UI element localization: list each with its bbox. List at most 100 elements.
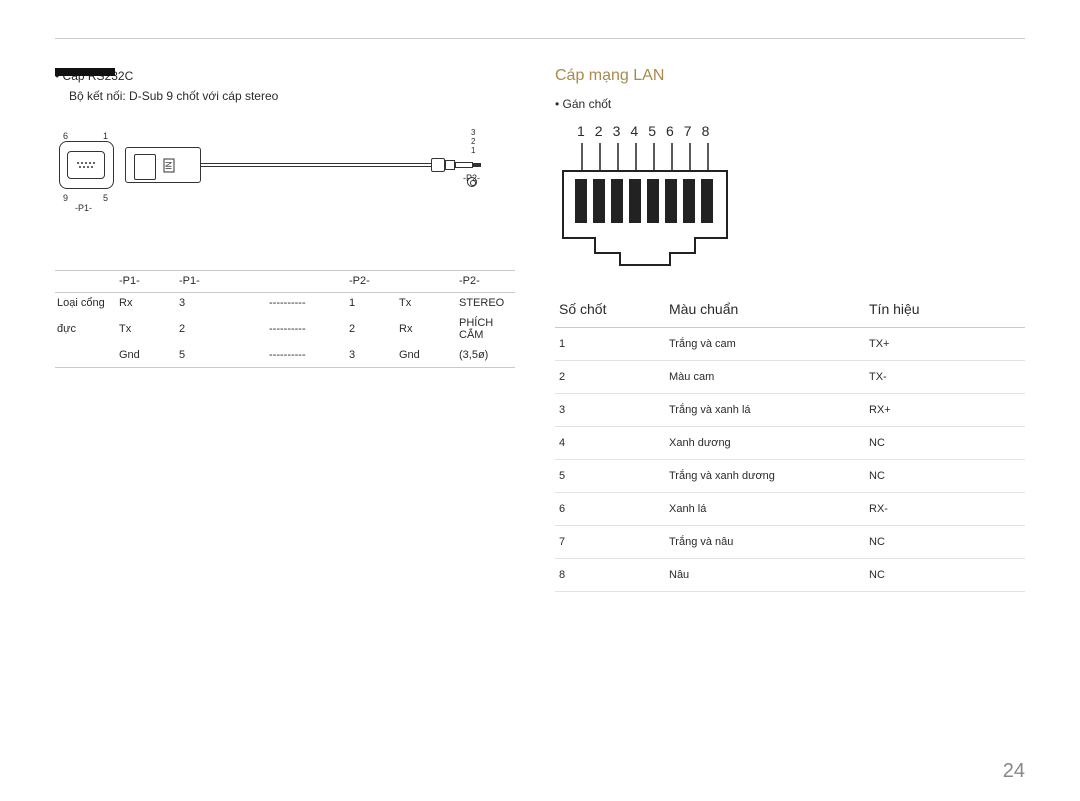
header-accent-bar [55,68,115,76]
dsub-bottom-numbers: 9 5 [63,193,108,203]
cell-pin: 3 [555,394,665,427]
cable-line [201,163,431,167]
table-row: 3 Trắng và xanh lá RX+ [555,394,1025,427]
cell-signal: TX+ [865,328,1025,361]
hdr-p1b: -P1- [177,270,267,291]
cell: ---------- [267,293,347,314]
cell-color: Nâu [665,559,865,592]
table-row: 1 Trắng và cam TX+ [555,328,1025,361]
cell: Gnd [117,345,177,365]
right-column: Cáp mạng LAN Gán chốt 1 2 3 4 5 6 7 8 [555,67,1025,592]
label-port-type-2: đực [55,313,117,345]
pin-num: 3 [613,123,621,139]
cell: STEREO [457,293,515,314]
table-row: Loại cổng Rx 3 ---------- 1 Tx STEREO [55,293,515,314]
dsub-top-numbers: 6 1 [63,131,108,141]
dsub-num-6: 6 [63,131,68,141]
pin-num: 8 [702,123,710,139]
cell: Rx [397,313,457,345]
table-row: 4 Xanh dương NC [555,427,1025,460]
pin-num: 5 [648,123,656,139]
table-row: 5 Trắng và xanh dương NC [555,460,1025,493]
table-row: Gnd 5 ---------- 3 Gnd (3,5ø) [55,345,515,365]
cell-signal: RX- [865,493,1025,526]
table-row: 8 Nâu NC [555,559,1025,592]
pin-assign-label: Gán chốt [555,95,1025,113]
header-rule [55,38,1025,39]
cell: ---------- [267,313,347,345]
cell-pin: 2 [555,361,665,394]
lan-heading: Cáp mạng LAN [555,67,1025,85]
table-row: 6 Xanh lá RX- [555,493,1025,526]
cell-pin: 8 [555,559,665,592]
hdr-blank [267,270,347,291]
table-header-row: -P1- -P1- -P2- -P2- [55,270,515,291]
rs232-pinout-table: -P1- -P1- -P2- -P2- Loại cổng Rx 3 -----… [55,268,515,368]
stereo-jack [431,158,481,172]
cell: Tx [397,293,457,314]
cell-pin: 7 [555,526,665,559]
table-row: đực Tx 2 ---------- 2 Rx PHÍCH CẮM [55,313,515,345]
cell-color: Xanh lá [665,493,865,526]
label-port-type-1: Loại cổng [55,293,117,314]
cell: PHÍCH CẮM [457,313,515,345]
cell-signal: NC [865,559,1025,592]
cell-color: Trắng và xanh dương [665,460,865,493]
table-row: 7 Trắng và nâu NC [555,526,1025,559]
hdr-color: Màu chuẩn [665,293,865,328]
dsub-num-9: 9 [63,193,68,203]
dsub-plug-body: IN [125,147,201,183]
hdr-p2b: -P2- [457,270,515,291]
cell-signal: NC [865,460,1025,493]
pin-num: 1 [577,123,585,139]
cell-signal: NC [865,427,1025,460]
cell: (3,5ø) [457,345,515,365]
hdr-pin: Số chốt [555,293,665,328]
table-row: 2 Màu cam TX- [555,361,1025,394]
jack-ring-numbers: 3 2 1 [471,129,475,155]
lan-pinout-table: Số chốt Màu chuẩn Tín hiệu 1 Trắng và ca… [555,293,1025,592]
cell-signal: TX- [865,361,1025,394]
cell: 5 [177,345,267,365]
cell: 3 [347,345,397,365]
left-column: Cáp RS232C Bộ kết nối: D-Sub 9 chốt với … [55,67,525,592]
rs232-diagram: 6 1 9 5 -P1- IN 3 2 1 [55,123,525,243]
cell-pin: 4 [555,427,665,460]
rj45-diagram: 1 2 3 4 5 6 7 8 [555,123,1025,273]
pin-num: 4 [630,123,638,139]
cell: 2 [347,313,397,345]
cell: ---------- [267,345,347,365]
cell-color: Trắng và xanh lá [665,394,865,427]
hdr-signal: Tín hiệu [865,293,1025,328]
cell: Gnd [397,345,457,365]
table-header-row: Số chốt Màu chuẩn Tín hiệu [555,293,1025,328]
rs232-cable-title: Cáp RS232C [55,67,525,85]
dsub-face [67,151,105,179]
p1-diagram-label: -P1- [75,203,92,213]
dsub-num-5: 5 [103,193,108,203]
content-columns: Cáp RS232C Bộ kết nối: D-Sub 9 chốt với … [55,67,1025,592]
pin-num: 6 [666,123,674,139]
page-number: 24 [1003,760,1025,783]
cell: 1 [347,293,397,314]
rj45-icon [555,143,745,273]
jack-num-1: 1 [471,147,475,156]
cell: 2 [177,313,267,345]
cell-color: Xanh dương [665,427,865,460]
cell: Tx [117,313,177,345]
pin-num: 2 [595,123,603,139]
cell-color: Trắng và cam [665,328,865,361]
rs232-cable-desc: Bộ kết nối: D-Sub 9 chốt với cáp stereo [69,87,525,105]
p2-diagram-label: -P2- [463,173,480,183]
hdr-p2a: -P2- [347,270,397,291]
rj45-pin-numbers: 1 2 3 4 5 6 7 8 [577,123,1025,139]
cell-color: Trắng và nâu [665,526,865,559]
cell: 3 [177,293,267,314]
cell-signal: NC [865,526,1025,559]
cell-pin: 5 [555,460,665,493]
in-label: IN [164,158,175,172]
cell: Rx [117,293,177,314]
cell-pin: 1 [555,328,665,361]
cell-color: Màu cam [665,361,865,394]
cell-signal: RX+ [865,394,1025,427]
